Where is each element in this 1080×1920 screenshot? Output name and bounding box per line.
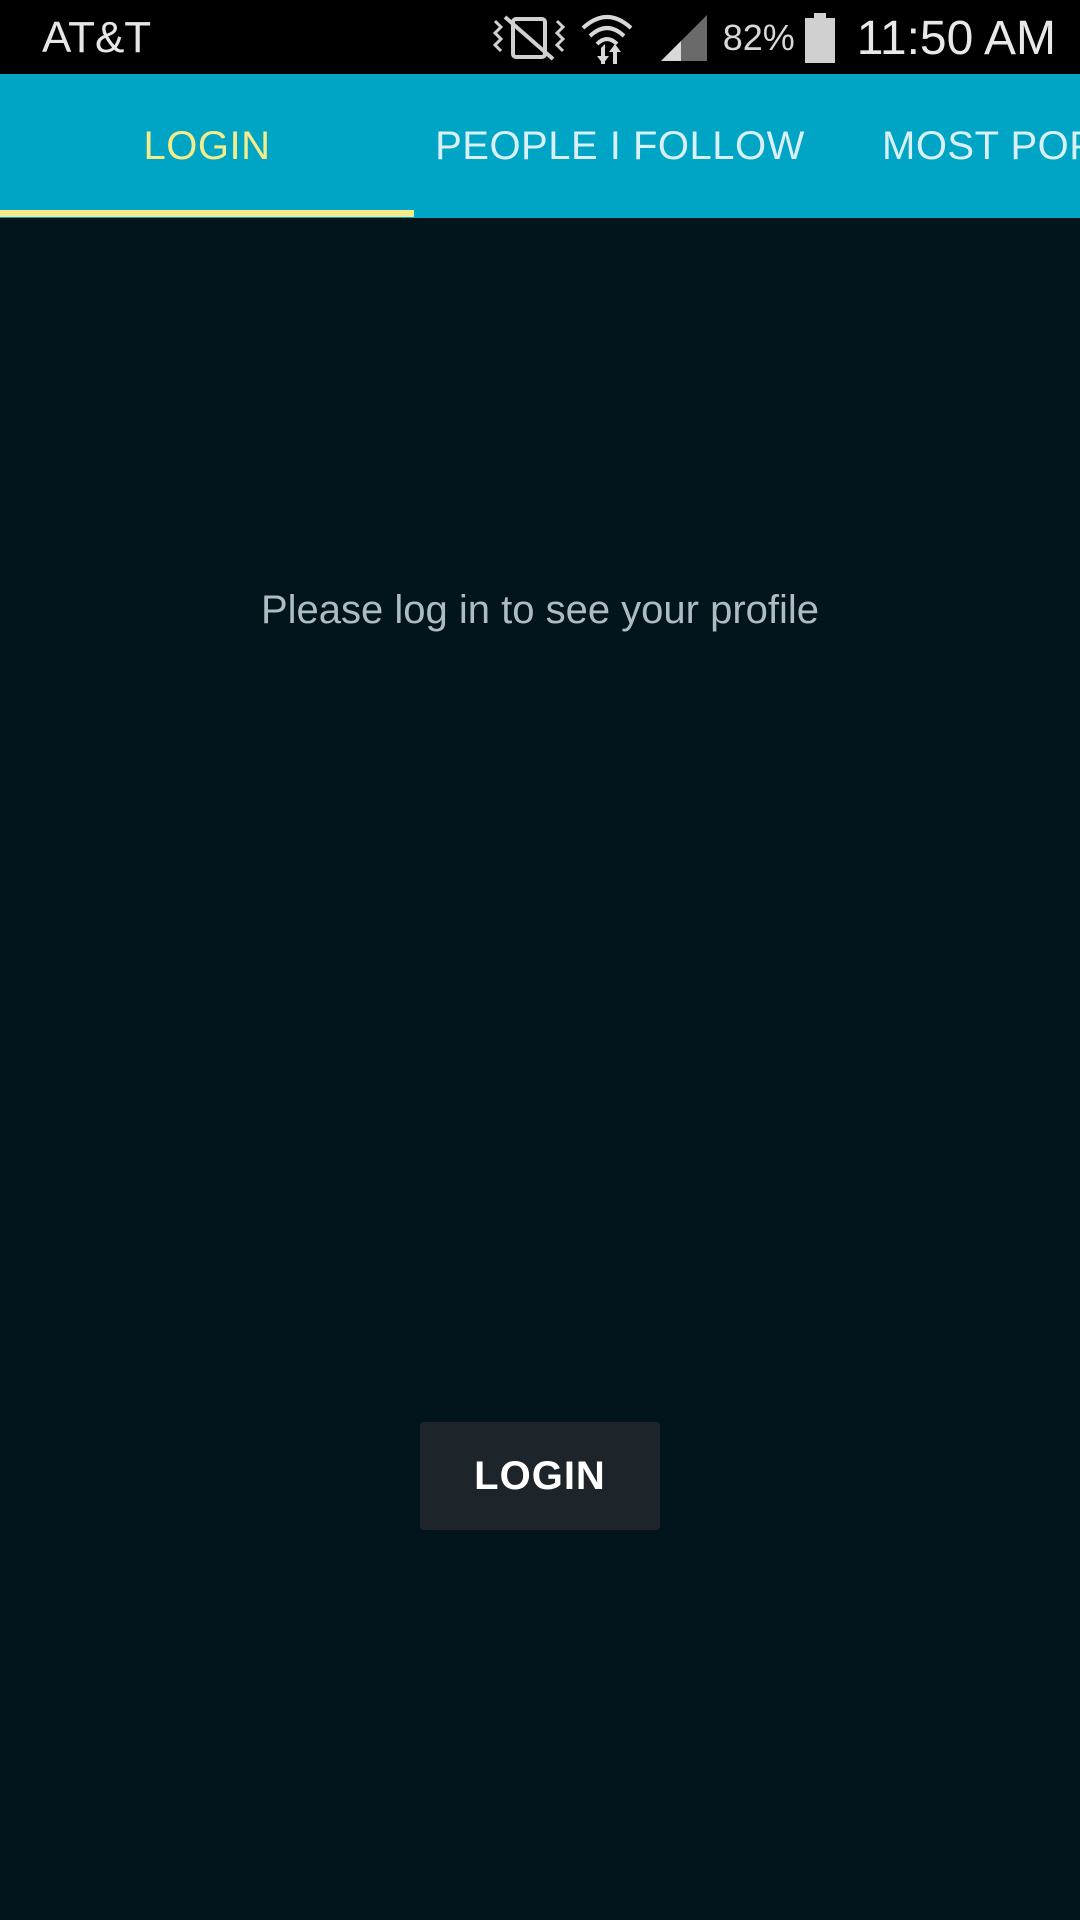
battery-percent: 82% — [722, 17, 795, 58]
login-button[interactable]: LOGIN — [420, 1422, 660, 1530]
screen: AT&T 82% 11:50 AM LOGIN PEOPLE I FOLLOW … — [0, 0, 1080, 1920]
login-prompt-message: Please log in to see your profile — [260, 588, 820, 632]
carrier-label: AT&T — [42, 13, 152, 62]
wifi-icon — [579, 10, 635, 66]
tab-people-i-follow[interactable]: PEOPLE I FOLLOW — [414, 74, 826, 218]
signal-icon — [659, 13, 709, 63]
tab-label: PEOPLE I FOLLOW — [435, 123, 805, 168]
vibrate-mute-icon — [491, 13, 567, 63]
tab-selected-indicator — [0, 210, 414, 217]
tab-label: LOGIN — [143, 123, 271, 168]
tab-most-popular[interactable]: MOST POP — [860, 74, 1080, 218]
tab-login[interactable]: LOGIN — [0, 74, 414, 218]
status-bar: AT&T 82% 11:50 AM — [0, 0, 1080, 74]
status-icons: 82% 11:50 AM — [491, 8, 1056, 68]
tab-bar: LOGIN PEOPLE I FOLLOW MOST POP — [0, 74, 1080, 218]
battery-icon — [804, 13, 835, 63]
tab-label: MOST POP — [882, 123, 1080, 168]
clock: 11:50 AM — [856, 11, 1056, 65]
